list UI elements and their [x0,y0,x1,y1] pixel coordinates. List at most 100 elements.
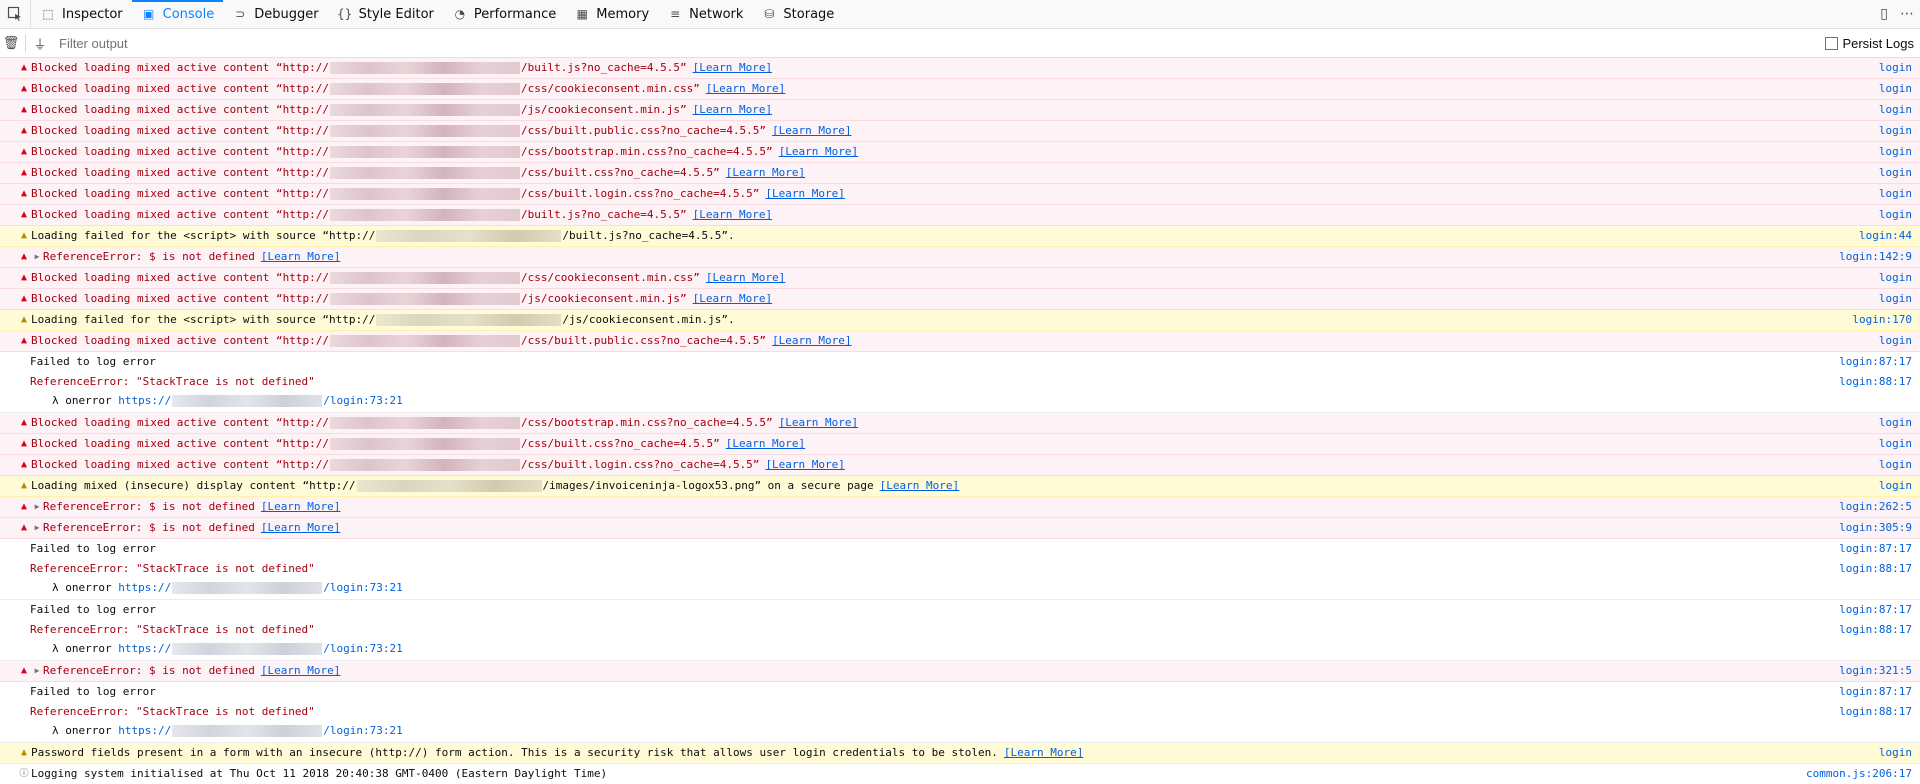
message-text: Blocked loading mixed active content “ht… [31,145,330,158]
source-location-link[interactable]: login:321:5 [1839,661,1912,681]
source-location-link[interactable]: login [1879,205,1912,225]
learn-more-link[interactable]: [Learn More] [261,518,340,538]
source-location-link[interactable]: login:262:5 [1839,497,1912,517]
learn-more-link[interactable]: [Learn More] [261,497,340,517]
expand-arrow-icon[interactable]: ▶ [31,497,43,517]
source-location-link[interactable]: login [1879,100,1912,120]
redacted-host [330,459,521,471]
source-location-link[interactable]: login [1879,163,1912,183]
source-location-link[interactable]: login:88:17 [1839,372,1912,392]
tab-inspector[interactable]: ⬚ Inspector [31,0,132,28]
tab-label: Debugger [254,6,319,22]
source-location-link[interactable]: login [1879,58,1912,78]
learn-more-link[interactable]: [Learn More] [765,184,844,204]
redacted-host [172,643,323,655]
source-location-link[interactable]: login [1879,268,1912,288]
stack-frame-link[interactable]: https:// /login:73:21 [118,724,403,737]
stack-frame[interactable]: λ onerror https:// /login:73:21 [0,579,1920,597]
learn-more-link[interactable]: [Learn More] [261,661,340,681]
message-gutter: ▲ [0,413,31,433]
source-location-link[interactable]: common.js:206:17 [1806,764,1912,784]
more-options-icon[interactable]: ⋯ [1900,6,1914,22]
tab-console[interactable]: ▣ Console [131,0,224,28]
learn-more-link[interactable]: [Learn More] [706,79,785,99]
learn-more-link[interactable]: [Learn More] [693,289,772,309]
message-text: Blocked loading mixed active content “ht… [31,271,330,284]
element-picker-button[interactable] [0,0,31,28]
source-location-link[interactable]: login [1879,289,1912,309]
warning-icon: ▲ [20,314,28,325]
source-location-link[interactable]: login:88:17 [1839,702,1912,722]
tab-storage[interactable]: ⛁ Storage [752,0,843,28]
source-location-link[interactable]: login [1879,413,1912,433]
learn-more-link[interactable]: [Learn More] [1004,743,1083,763]
learn-more-link[interactable]: [Learn More] [693,205,772,225]
learn-more-link[interactable]: [Learn More] [772,121,851,141]
link-scheme: https:// [118,724,172,737]
stack-frame[interactable]: λ onerror https:// /login:73:21 [0,640,1920,658]
learn-more-link[interactable]: [Learn More] [261,247,340,267]
filter-output-input[interactable] [57,34,661,52]
source-location-link[interactable]: login:88:17 [1839,559,1912,579]
stack-frame[interactable]: λ onerror https:// /login:73:21 [0,392,1920,410]
message-text: Blocked loading mixed active content “ht… [31,292,330,305]
learn-more-link[interactable]: [Learn More] [772,331,851,351]
message-row: ▲ ▶ ReferenceError: $ is not defined [Learn… [0,497,1920,517]
stack-frame-link[interactable]: https:// /login:73:21 [118,642,403,655]
dock-options-icon[interactable]: ▯ [1880,6,1888,22]
source-location-link[interactable]: login:87:17 [1839,539,1912,559]
message-text: ReferenceError: $ is not defined [43,250,255,263]
learn-more-link[interactable]: [Learn More] [726,163,805,183]
tab-network[interactable]: ≡ Network [658,0,752,28]
learn-more-link[interactable]: [Learn More] [693,58,772,78]
source-location-link[interactable]: login:87:17 [1839,600,1912,620]
source-location-link[interactable]: login:44 [1859,226,1912,246]
tab-performance[interactable]: ◔ Performance [443,0,565,28]
source-location-link[interactable]: login [1879,434,1912,454]
message-gutter: ▲ [0,247,31,267]
warning-icon: ▲ [20,747,28,758]
tab-style-editor[interactable]: {} Style Editor [328,0,443,28]
source-location-link[interactable]: login [1879,121,1912,141]
expand-arrow-icon[interactable]: ▶ [31,247,43,267]
source-location-link[interactable]: login:88:17 [1839,620,1912,640]
learn-more-link[interactable]: [Learn More] [779,142,858,162]
learn-more-link[interactable]: [Learn More] [779,413,858,433]
learn-more-link[interactable]: [Learn More] [726,434,805,454]
learn-more-link[interactable]: [Learn More] [765,455,844,475]
expand-arrow-icon[interactable]: ▶ [31,661,43,681]
tab-memory[interactable]: ▦ Memory [565,0,658,28]
source-location-link[interactable]: login [1879,79,1912,99]
filter-icon[interactable]: ⏚ [29,34,51,53]
source-location-link[interactable]: login:170 [1852,310,1912,330]
learn-more-link[interactable]: [Learn More] [880,476,959,496]
message-gutter: ▲ [0,497,31,517]
source-location-link[interactable]: login [1879,331,1912,351]
stack-frame[interactable]: λ onerror https:// /login:73:21 [0,722,1920,740]
stack-frame-link[interactable]: https:// /login:73:21 [118,394,403,407]
message-row: ▲ Loading mixed (insecure) display conten… [0,476,1920,496]
source-location-link[interactable]: login [1879,455,1912,475]
expand-arrow-icon[interactable]: ▶ [31,518,43,538]
console-error-message: ▲ ▶ ReferenceError: $ is not defined [Learn… [0,497,1920,518]
source-location-link[interactable]: login [1879,142,1912,162]
persist-logs-label: Persist Logs [1842,35,1914,51]
link-path: /login:73:21 [323,394,403,407]
message-url-path: /css/built.login.css?no_cache=4.5.5” [521,187,760,200]
tab-debugger[interactable]: ⊃ Debugger [223,0,327,28]
stack-frame-link[interactable]: https:// /login:73:21 [118,581,403,594]
source-location-link[interactable]: login [1879,184,1912,204]
clear-console-icon[interactable]: 🗑 [0,36,22,51]
source-location-link[interactable]: login [1879,743,1912,763]
learn-more-link[interactable]: [Learn More] [706,268,785,288]
source-location-link[interactable]: login [1879,476,1912,496]
source-location-link[interactable]: login:87:17 [1839,352,1912,372]
source-location-link[interactable]: login:87:17 [1839,682,1912,702]
redacted-host [330,146,521,158]
persist-logs-checkbox[interactable] [1825,36,1839,50]
source-location-link[interactable]: login:142:9 [1839,247,1912,267]
source-location-link[interactable]: login:305:9 [1839,518,1912,538]
console-error-message: ▲ Blocked loading mixed active content “h… [0,163,1920,184]
learn-more-link[interactable]: [Learn More] [693,100,772,120]
persist-logs-toggle[interactable]: Persist Logs [1825,29,1914,57]
